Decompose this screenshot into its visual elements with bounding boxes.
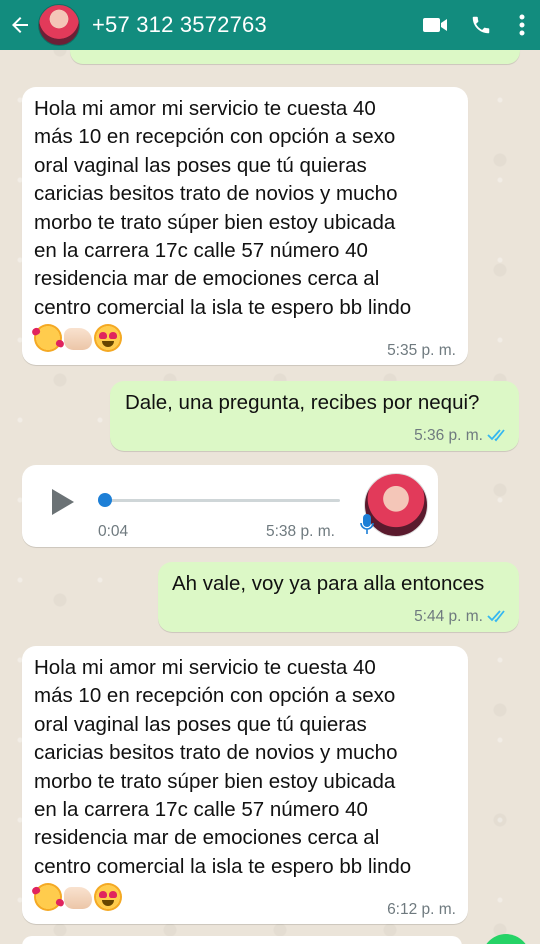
voice-call-icon[interactable] (458, 0, 504, 50)
outgoing-message[interactable]: Ah vale, voy ya para alla entonces 5:44 … (158, 562, 519, 632)
heart-eyes-icon (94, 324, 122, 352)
smiling-face-with-hearts-icon (34, 883, 62, 911)
message-time: 6:12 p. m. (387, 901, 456, 918)
message-text: Hola mi amor mi servicio te cuesta 40 má… (34, 97, 412, 319)
message-time: 5:38 p. m. (266, 523, 335, 540)
incoming-message[interactable]: Hola mi amor mi servicio te cuesta 40 má… (22, 646, 468, 924)
voice-duration: 0:04 (98, 523, 129, 540)
voice-progress-track[interactable] (102, 499, 340, 502)
more-options-icon[interactable] (504, 0, 540, 50)
voice-message[interactable]: 0:04 5:38 p. m. (22, 465, 438, 547)
play-icon[interactable] (50, 487, 76, 517)
message-time: 5:36 p. m. (414, 427, 483, 444)
contact-name[interactable]: +57 312 3572763 (92, 12, 412, 38)
microphone-icon (360, 514, 374, 534)
incoming-message[interactable]: Hola mi amor mi servicio te cuesta 40 má… (22, 87, 468, 365)
contact-avatar[interactable] (38, 4, 80, 46)
back-arrow-icon[interactable] (2, 0, 38, 50)
message-time: 5:35 p. m. (387, 342, 456, 359)
voice-progress-knob[interactable] (98, 493, 112, 507)
emoji-row (34, 324, 122, 352)
next-message-fragment (22, 936, 462, 944)
thumbs-up-icon (64, 328, 92, 350)
outgoing-message[interactable]: Dale, una pregunta, recibes por nequi? 5… (110, 381, 519, 451)
message-time: 5:44 p. m. (414, 608, 483, 625)
smiling-face-with-hearts-icon (34, 324, 62, 352)
heart-eyes-icon (94, 883, 122, 911)
chat-header: +57 312 3572763 (0, 0, 540, 50)
thumbs-up-icon (64, 887, 92, 909)
read-ticks-icon (487, 429, 505, 442)
emoji-row (34, 883, 122, 911)
message-text: Hola mi amor mi servicio te cuesta 40 má… (34, 656, 412, 878)
read-ticks-icon (487, 610, 505, 623)
video-call-icon[interactable] (412, 0, 458, 50)
message-text: Ah vale, voy ya para alla entonces (172, 572, 485, 595)
message-text: Dale, una pregunta, recibes por nequi? (125, 391, 480, 414)
